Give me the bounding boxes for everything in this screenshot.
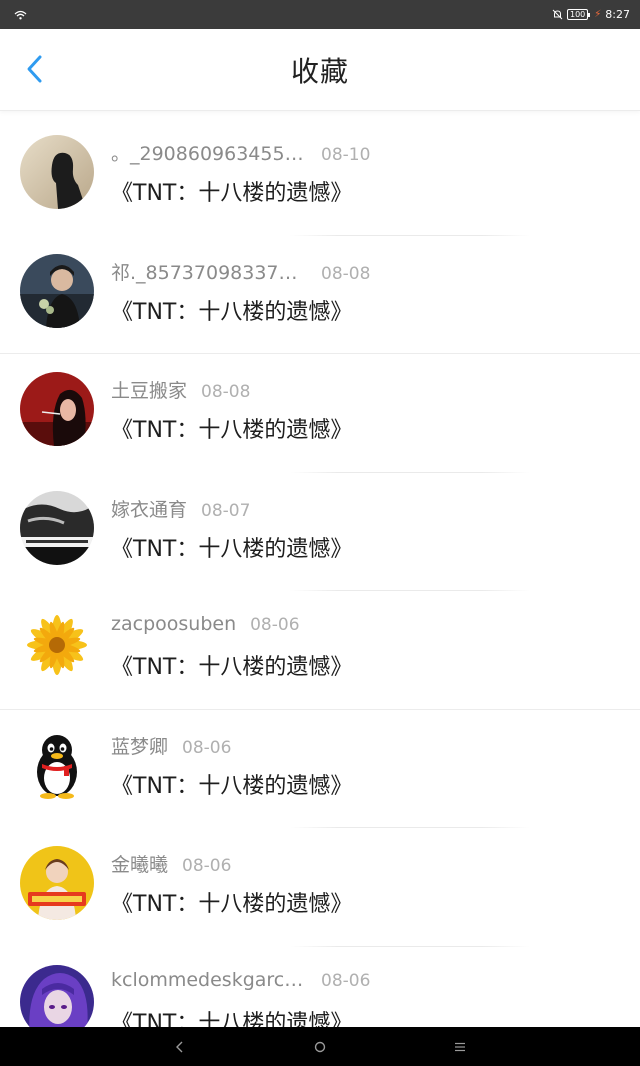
favorite-item[interactable]: 土豆搬家 08-08 《TNT：十八楼的遗憾》: [0, 354, 640, 473]
author-name: 金曦曦: [111, 854, 169, 876]
story-title[interactable]: 《TNT：十八楼的遗憾》: [111, 649, 352, 681]
red-smoking-girl-avatar[interactable]: [20, 372, 94, 446]
girl-silhouette-avatar[interactable]: [20, 135, 94, 209]
favorite-date: 08-10: [321, 145, 371, 165]
favorite-date: 08-08: [201, 382, 251, 402]
bell-off-icon: [552, 9, 563, 20]
black-white-photo-avatar[interactable]: [20, 490, 94, 565]
favorite-date: 08-06: [250, 615, 300, 635]
favorite-item[interactable]: 嫁衣通育 08-07 《TNT：十八楼的遗憾》: [0, 473, 640, 591]
favorite-item[interactable]: 蓝梦卿 08-06 《TNT：十八楼的遗憾》: [0, 710, 640, 828]
favorite-item[interactable]: 。_2908609634558.. 08-10 《TNT：十八楼的遗憾》: [0, 117, 640, 236]
boy-with-flowers-avatar[interactable]: [20, 253, 94, 328]
favorite-date: 08-06: [182, 737, 232, 758]
story-title[interactable]: 《TNT：十八楼的遗憾》: [111, 175, 352, 207]
status-bar: 100 ⚡ 8:27: [0, 0, 640, 29]
story-title[interactable]: 《TNT：十八楼的遗憾》: [111, 412, 352, 444]
sunflower-avatar[interactable]: [20, 609, 94, 683]
story-title[interactable]: 《TNT：十八楼的遗憾》: [111, 531, 352, 563]
favorite-date: 08-06: [321, 970, 371, 991]
header-bar: 收藏: [0, 29, 640, 111]
menu-nav-icon[interactable]: [450, 1037, 470, 1057]
author-name: kclommedeskgarcx...: [111, 968, 307, 991]
status-right: 100 ⚡ 8:27: [552, 8, 630, 21]
favorite-item[interactable]: 祁._857370983372... 08-08 《TNT：十八楼的遗憾》: [0, 236, 640, 354]
favorite-item[interactable]: zacpoosuben 08-06 《TNT：十八楼的遗憾》: [0, 591, 640, 710]
author-name: 。_2908609634558..: [111, 143, 307, 165]
author-name: 祁._857370983372...: [111, 261, 307, 284]
boy-with-banner-avatar[interactable]: [20, 846, 94, 920]
chevron-left-icon: [27, 55, 42, 83]
battery-icon: 100: [566, 9, 591, 20]
story-title[interactable]: 《TNT：十八楼的遗憾》: [111, 886, 352, 918]
charging-icon: ⚡: [594, 9, 602, 20]
story-title[interactable]: 《TNT：十八楼的遗憾》: [111, 294, 352, 326]
wifi-icon: [14, 10, 27, 19]
clock: 8:27: [605, 8, 630, 21]
page-title: 收藏: [290, 54, 349, 88]
story-title[interactable]: 《TNT：十八楼的遗憾》: [111, 768, 352, 800]
author-name: 蓝梦卿: [111, 735, 169, 758]
author-name: 土豆搬家: [111, 380, 188, 402]
purple-anime-avatar[interactable]: [20, 964, 94, 1027]
story-title[interactable]: 《TNT：十八楼的遗憾》: [111, 1005, 352, 1028]
back-button[interactable]: [18, 52, 52, 86]
home-nav-icon[interactable]: [310, 1037, 330, 1057]
author-name: zacpoosuben: [111, 613, 237, 635]
qq-penguin-avatar[interactable]: [20, 727, 94, 802]
favorite-date: 08-08: [321, 263, 371, 284]
favorites-list: 。_2908609634558.. 08-10 《TNT：十八楼的遗憾》 祁._…: [0, 117, 640, 1027]
favorite-item[interactable]: 金曦曦 08-06 《TNT：十八楼的遗憾》: [0, 828, 640, 947]
system-nav-bar: [0, 1027, 640, 1066]
back-nav-icon[interactable]: [170, 1037, 190, 1057]
favorite-date: 08-07: [201, 500, 251, 521]
favorite-date: 08-06: [182, 856, 232, 876]
author-name: 嫁衣通育: [111, 498, 188, 521]
favorite-item[interactable]: kclommedeskgarcx... 08-06 《TNT：十八楼的遗憾》: [0, 947, 640, 1028]
